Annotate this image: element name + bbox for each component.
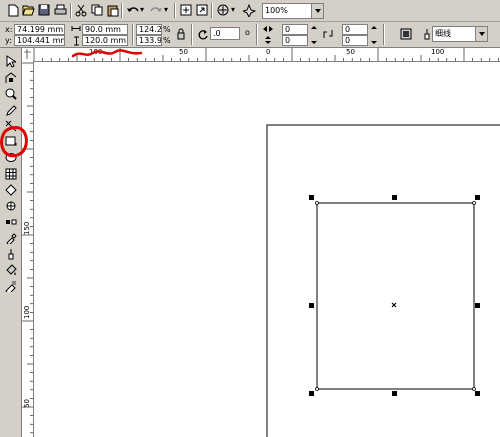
corner-top-right-field[interactable]: 0 — [342, 24, 368, 35]
import-icon[interactable] — [179, 3, 193, 17]
app-launcher-icon[interactable] — [216, 3, 230, 17]
ruler-label-h: 50 — [179, 48, 188, 56]
x-label: x: — [5, 25, 13, 34]
ruler-label-v: 100 — [23, 305, 31, 319]
round-corners-lock-icon[interactable] — [322, 28, 334, 40]
width-field[interactable]: 90.0 mm — [82, 24, 128, 35]
polygon-tool-icon[interactable] — [3, 166, 18, 181]
height-field[interactable]: 120.0 mm — [82, 35, 128, 46]
toolbar-separator — [132, 24, 133, 45]
freehand-tool-icon[interactable] — [3, 102, 18, 117]
lock-ratio-icon[interactable] — [175, 27, 187, 41]
redo-icon[interactable] — [149, 3, 163, 17]
corner-bottom-right-field[interactable]: 0 — [342, 35, 368, 46]
y-label: y: — [5, 36, 12, 45]
toolbar-separator — [70, 3, 71, 18]
pick-tool-icon[interactable] — [3, 54, 18, 69]
drawing-canvas[interactable] — [34, 62, 500, 437]
center-marker-icon — [391, 302, 397, 308]
width-icon — [70, 23, 82, 34]
save-icon[interactable] — [37, 3, 51, 17]
basic-shapes-icon[interactable] — [3, 182, 18, 197]
text-tool-icon[interactable] — [3, 198, 18, 213]
toolbar-separator — [211, 3, 212, 18]
ruler-label-h: 100 — [89, 48, 103, 56]
ruler-label-v: 50 — [23, 399, 31, 408]
corel-online-icon[interactable] — [242, 3, 256, 17]
mirror-horizontal-icon[interactable] — [261, 24, 275, 34]
property-bar: x: 74.199 mm y: 104.441 mm 90.0 mm 120.0… — [0, 22, 500, 48]
x-position-field[interactable]: 74.199 mm — [14, 24, 65, 35]
y-position-field[interactable]: 104.441 mm — [14, 35, 65, 46]
rotate-icon — [197, 28, 209, 40]
app-launcher-dropdown-icon[interactable]: ▾ — [231, 5, 235, 15]
fill-tool-icon[interactable] — [3, 262, 18, 277]
cut-icon[interactable] — [74, 3, 88, 17]
chevron-down-icon[interactable] — [311, 4, 323, 18]
page-border — [266, 124, 500, 437]
corner-spinner-icon[interactable] — [310, 24, 318, 46]
export-icon[interactable] — [195, 3, 209, 17]
zoom-level-select[interactable]: 100% — [262, 3, 324, 19]
print-icon[interactable] — [53, 3, 67, 17]
interactive-fill-icon[interactable] — [3, 278, 18, 293]
rectangle-tool-icon[interactable] — [3, 134, 18, 149]
ruler-label-h: 0 — [266, 48, 271, 56]
outline-width-value: 细线 — [435, 29, 451, 38]
ellipse-tool-icon[interactable] — [3, 150, 18, 165]
toolbar-separator — [121, 3, 122, 18]
paste-icon[interactable] — [106, 3, 120, 17]
scale-y-field[interactable]: 133.9 — [136, 35, 162, 46]
toolbox — [0, 48, 22, 437]
ruler-label-h: 100 — [431, 48, 445, 56]
vertical-ruler[interactable]: 150 100 50 — [22, 61, 34, 437]
selected-rectangle — [316, 202, 475, 390]
zoom-tool-icon[interactable] — [3, 86, 18, 101]
toolbar-separator — [174, 3, 175, 18]
smart-fill-icon[interactable] — [3, 118, 18, 133]
interactive-blend-icon[interactable] — [3, 214, 18, 229]
height-icon — [70, 35, 82, 46]
redo-dropdown-icon[interactable]: ▾ — [164, 5, 168, 15]
open-icon[interactable] — [21, 3, 35, 17]
toolbar-separator — [383, 24, 384, 45]
degree-symbol: o — [245, 28, 250, 37]
zoom-level-value: 100% — [265, 6, 288, 15]
horizontal-ruler[interactable]: 100 50 0 50 100 — [33, 48, 500, 62]
ruler-label-h: 50 — [346, 48, 355, 56]
toolbar-separator — [256, 24, 257, 45]
outline-tool-icon[interactable] — [3, 246, 18, 261]
shape-tool-icon[interactable] — [3, 70, 18, 85]
wrap-text-icon[interactable] — [399, 27, 413, 41]
rectangle-corner-nodes — [315, 201, 476, 391]
toolbar-separator — [191, 24, 192, 45]
copy-icon[interactable] — [90, 3, 104, 17]
ruler-label-v: 150 — [23, 221, 31, 235]
mirror-vertical-icon[interactable] — [261, 35, 275, 45]
corner-spinner-icon-2[interactable] — [370, 24, 378, 46]
scale-x-field[interactable]: 124.2 — [136, 24, 162, 35]
scale-x-percent: % — [163, 25, 171, 34]
eyedropper-icon[interactable] — [3, 230, 18, 245]
outline-width-select[interactable]: 细线 — [432, 26, 488, 42]
rotation-field[interactable]: .0 — [210, 27, 240, 40]
scale-y-percent: % — [163, 36, 171, 45]
undo-dropdown-icon[interactable]: ▾ — [140, 5, 144, 15]
chevron-down-icon[interactable] — [475, 27, 487, 41]
undo-icon[interactable] — [125, 3, 139, 17]
selection-handles — [309, 195, 480, 396]
corner-top-left-field[interactable]: 0 — [282, 24, 308, 35]
standard-toolbar: ▾ ▾ ▾ 100% — [0, 0, 500, 22]
corner-bottom-left-field[interactable]: 0 — [282, 35, 308, 46]
new-icon[interactable] — [6, 3, 20, 17]
